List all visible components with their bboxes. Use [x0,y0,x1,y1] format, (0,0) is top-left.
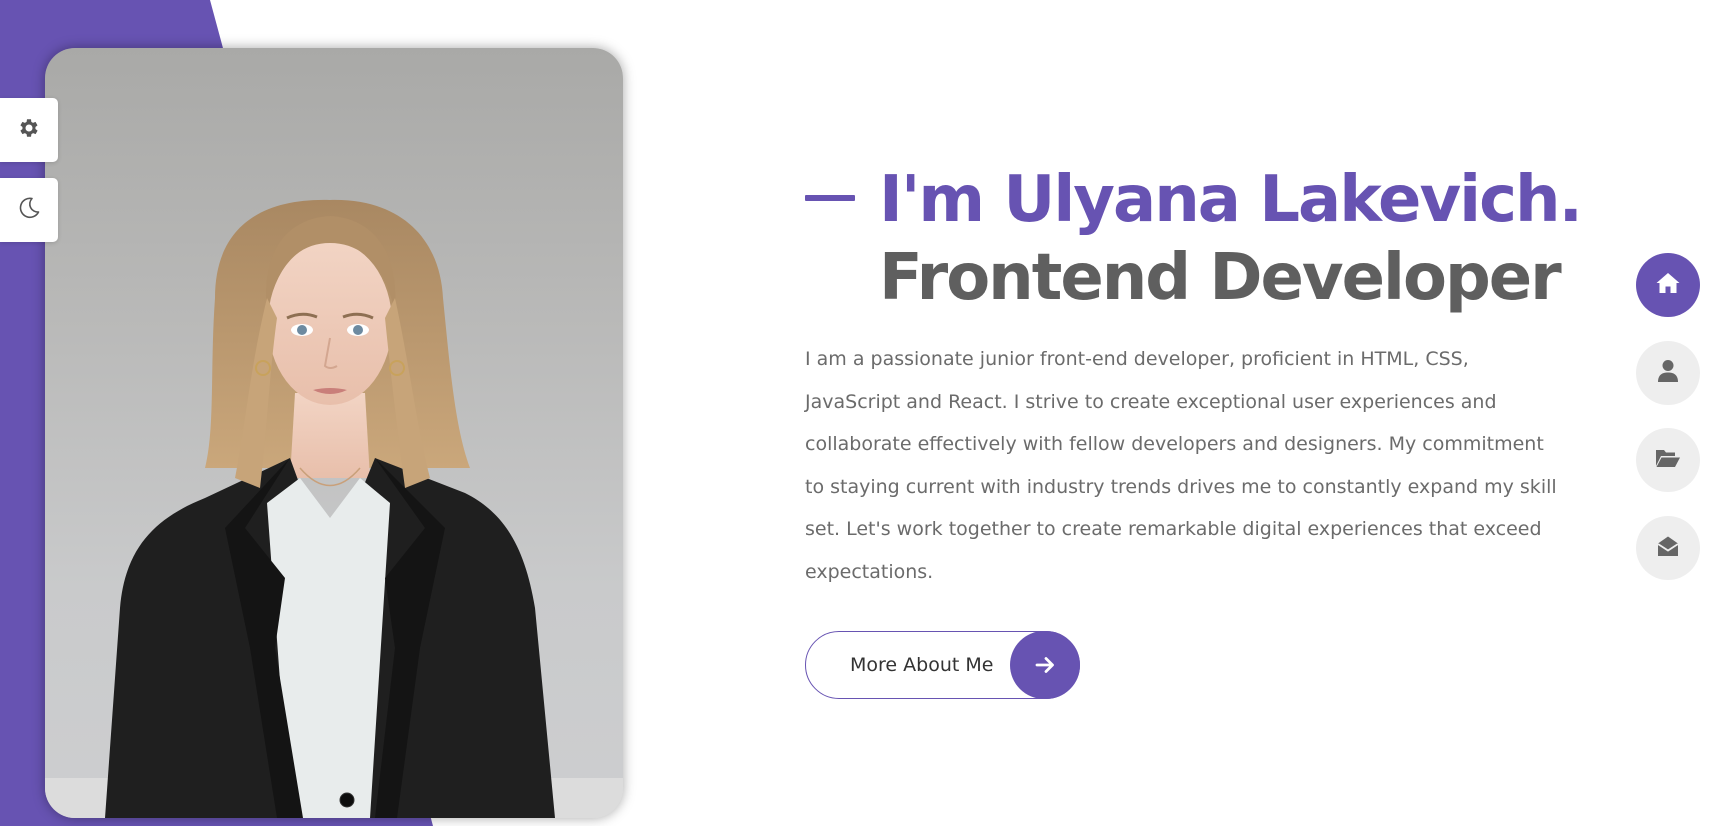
gear-icon [17,116,41,145]
nav-home-button[interactable] [1636,253,1700,317]
nav-about-button[interactable] [1636,341,1700,405]
hero-name: I'm Ulyana Lakevich. [879,163,1583,237]
settings-button[interactable] [0,98,58,162]
hero-bio: I am a passionate junior front-end devel… [805,348,1557,583]
more-about-me-label: More About Me [850,654,994,676]
envelope-open-icon [1656,534,1680,563]
more-about-me-button[interactable]: More About Me [805,631,1080,699]
folder-open-icon [1655,447,1681,474]
moon-icon [16,195,42,226]
nav-portfolio-button[interactable] [1636,428,1700,492]
arrow-right-icon [1010,631,1080,699]
hero-role: Frontend Developer [879,241,1562,315]
home-icon [1655,271,1681,300]
user-icon [1657,359,1679,388]
profile-photo [45,48,623,818]
hero-title: I'm Ulyana Lakevich. Frontend Developer [805,160,1583,315]
nav-contact-button[interactable] [1636,516,1700,580]
title-accent-dash [805,195,855,201]
theme-toggle-button[interactable] [0,178,58,242]
hero-section: I'm Ulyana Lakevich. Frontend Developer … [805,160,1583,583]
